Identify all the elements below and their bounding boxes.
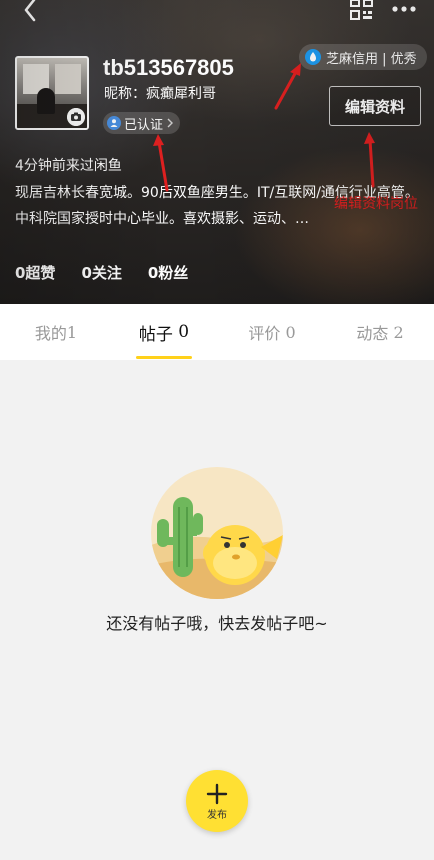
back-icon[interactable]	[18, 0, 42, 22]
verified-icon	[107, 116, 121, 130]
publish-label: 发布	[207, 810, 227, 821]
sesame-credit-label: 芝麻信用 | 优秀	[326, 51, 417, 67]
tab-reviews[interactable]: 评价 0	[218, 304, 326, 360]
avatar-photo-person	[37, 88, 55, 114]
tab-activity-count: 2	[393, 322, 404, 342]
qr-code-icon[interactable]	[350, 0, 374, 20]
sesame-credit-icon	[305, 49, 321, 65]
stat-likes[interactable]: 0超赞	[15, 262, 55, 283]
tab-activity-label: 动态	[356, 324, 389, 343]
verified-label: 已认证	[124, 117, 164, 133]
tab-mine[interactable]: 我的 1	[2, 304, 110, 360]
stats-row: 0超赞 0关注 0粉丝	[15, 262, 188, 283]
tab-mine-label: 我的	[34, 324, 67, 343]
empty-state-message: 还没有帖子哦，快去发帖子吧~	[106, 614, 328, 633]
publish-button[interactable]: 发布	[186, 770, 248, 832]
annotation-label: 编辑资料岗位	[334, 196, 418, 212]
stat-following[interactable]: 0关注	[81, 262, 121, 283]
edit-profile-button[interactable]: 编辑资料	[329, 86, 421, 126]
plus-icon	[206, 783, 228, 805]
tab-posts-count: 0	[178, 322, 190, 342]
verified-badge[interactable]: 已认证	[103, 112, 181, 134]
tab-posts-label: 帖子	[138, 324, 173, 345]
avatar-photo-window	[55, 64, 81, 94]
active-tab-indicator	[136, 356, 192, 359]
tab-reviews-label: 评价	[248, 324, 281, 343]
tab-mine-count: 1	[66, 322, 78, 342]
username: tb513567805	[103, 55, 234, 80]
sesame-credit-badge[interactable]: 芝麻信用 | 优秀	[299, 44, 427, 70]
more-icon[interactable]	[390, 0, 418, 20]
avatar[interactable]	[15, 56, 89, 130]
nickname: 昵称：疯癫犀利哥	[104, 86, 216, 102]
tab-reviews-count: 0	[285, 322, 296, 342]
empty-state-illustration	[151, 467, 283, 599]
camera-icon[interactable]	[67, 108, 85, 126]
chevron-right-icon	[167, 118, 174, 128]
profile-header: tb513567805 昵称：疯癫犀利哥 已认证 芝麻信用 | 优秀 编辑资料 …	[0, 0, 434, 304]
stat-followers[interactable]: 0粉丝	[148, 262, 188, 283]
tab-activity[interactable]: 动态 2	[326, 304, 434, 360]
tab-bar: 我的 1 帖子 0 评价 0 动态 2	[0, 304, 434, 360]
last-seen-text: 4分钟前来过闲鱼	[15, 158, 122, 174]
tab-posts[interactable]: 帖子 0	[110, 304, 218, 360]
